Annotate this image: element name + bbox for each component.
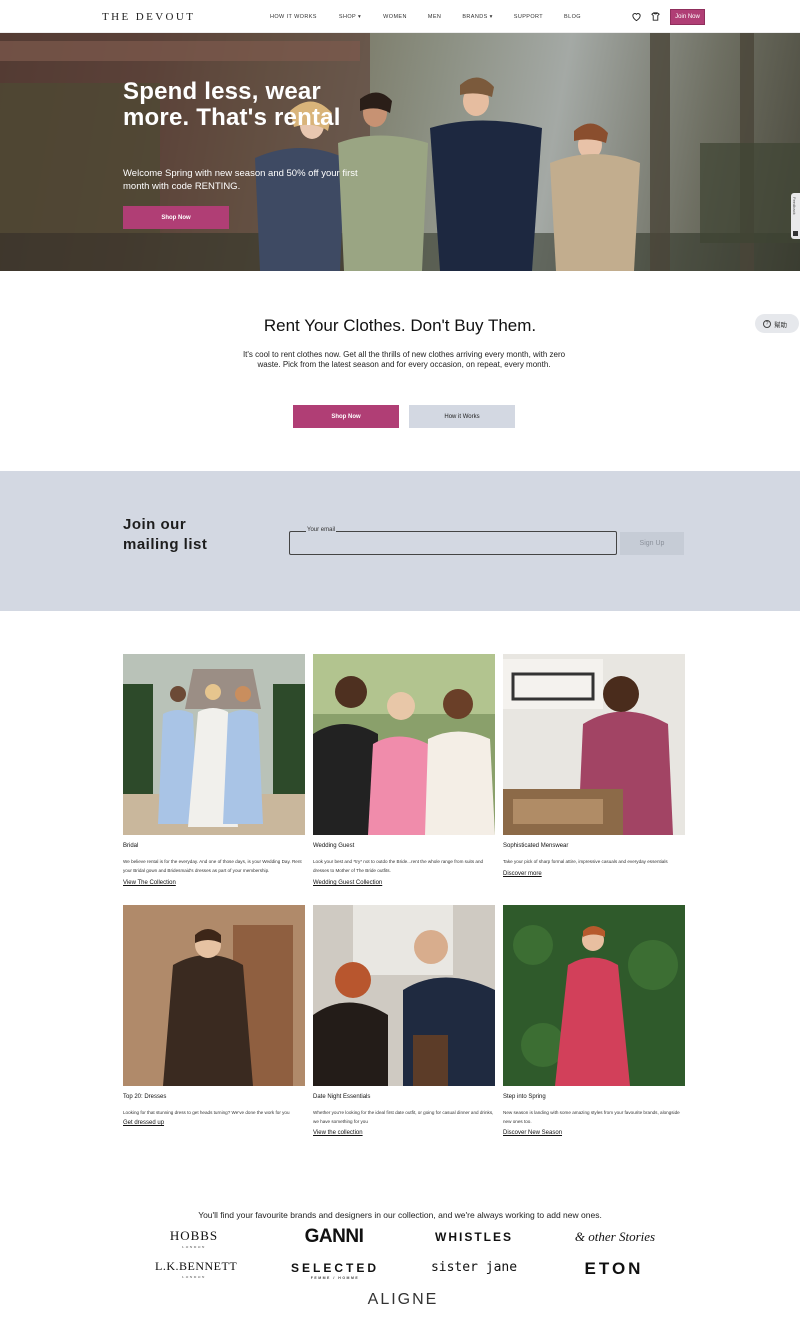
feedback-tab[interactable]: Feedback [791,193,800,239]
help-button[interactable]: ? 幫助 [755,314,799,333]
feedback-icon [793,231,798,236]
mailing-list-section: Join our mailing list Your email Sign Up [0,471,800,611]
nav-shop-label: SHOP [338,14,357,20]
collection-desc: We believe rental is for the everyday. A… [123,859,302,873]
brand-selected[interactable]: SELECTED FEMME / HOMME [290,1261,380,1280]
brand-lk-bennett[interactable]: L.K.BENNETT LONDON [155,1259,237,1279]
brand-hobbs-name: HOBBS [169,1228,219,1243]
brand-lk-bennett-sub: LONDON [182,1275,206,1279]
collection-desc: New season is landing with some amazing … [503,1110,680,1124]
brand-aligne[interactable]: ALIGNE [360,1291,446,1309]
collection-desc: Whether you're looking for the ideal fir… [313,1110,494,1124]
menswear-photo[interactable] [503,654,685,835]
collection-link[interactable]: Wedding Guest Collection [313,880,382,886]
chevron-down-icon: ▾ [358,14,362,20]
brand-lk-bennett-name: L.K.BENNETT [155,1259,238,1273]
nav-support[interactable]: SUPPORT [514,14,543,20]
collection-link[interactable]: View the collection [313,1130,363,1136]
brands-intro: You'll find your favourite brands and de… [198,1210,602,1220]
brand-hobbs[interactable]: HOBBS LONDON [164,1228,224,1249]
how-it-works-button[interactable]: How it Works [409,405,515,428]
collection-title: Step into Spring [503,1094,546,1100]
hero-shop-now-button[interactable]: Shop Now [123,206,229,229]
email-input[interactable] [298,538,598,550]
chevron-down-icon: ▾ [489,14,493,20]
bridal-photo[interactable] [123,654,305,835]
nav-how-it-works[interactable]: HOW IT WORKS [270,14,317,20]
collection-link[interactable]: Discover New Season [503,1130,562,1136]
rent-section-title: Rent Your Clothes. Don't Buy Them. [263,316,537,335]
brand-eton[interactable]: ETON [578,1259,650,1279]
top-nav: THE DEVOUT HOW IT WORKS SHOP ▾ WOMEN MEN… [0,0,800,33]
collection-link[interactable]: Discover more [503,871,542,877]
collection-link[interactable]: View The Collection [123,880,176,886]
collection-title: Wedding Guest [313,843,355,849]
wedding-guest-photo[interactable] [313,654,495,835]
hero-image [0,33,800,271]
collection-desc: Take your pick of sharp formal attire, i… [503,859,668,864]
collection-title: Top 20: Dresses [123,1094,167,1100]
feedback-label: Feedback [792,197,797,215]
mailing-title: Join our mailing list [123,516,208,553]
nav-icons [631,11,661,22]
help-question-icon: ? [763,319,771,328]
sign-up-button[interactable]: Sign Up [620,532,684,555]
hero-banner: Spend less, wear more. That's rental Wel… [0,33,800,271]
dresses-photo[interactable] [123,905,305,1086]
email-field[interactable] [289,531,617,555]
brand-whistles[interactable]: WHISTLES [428,1230,520,1244]
email-field-label: Your email [306,527,337,533]
collection-title: Sophisticated Menswear [503,843,569,849]
brand-hobbs-sub: LONDON [182,1245,206,1249]
brand-sister-jane[interactable]: sister jane [430,1260,518,1275]
brand-ganni[interactable]: GANNI [299,1226,369,1248]
spring-photo[interactable] [503,905,685,1086]
hero-subtitle: Welcome Spring with new season and 50% o… [123,168,358,192]
collection-title: Date Night Essentials [313,1094,371,1100]
nav-women[interactable]: WOMEN [383,14,407,20]
join-now-button[interactable]: Join Now [670,9,705,25]
date-night-photo[interactable] [313,905,495,1086]
collection-link[interactable]: Get dressed up [123,1120,164,1126]
collection-desc: Looking for that stunning dress to get h… [123,1110,290,1115]
help-label: 幫助 [774,321,787,329]
brand-selected-name: SELECTED [290,1261,379,1275]
nav-links: HOW IT WORKS SHOP ▾ WOMEN MEN BRANDS ▾ S… [270,14,581,20]
nav-shop[interactable]: SHOP ▾ [339,14,361,20]
brand-selected-sub: FEMME / HOMME [310,1276,360,1280]
site-logo[interactable]: THE DEVOUT [102,11,195,23]
wardrobe-icon[interactable] [650,11,661,22]
shop-now-button[interactable]: Shop Now [293,405,399,428]
nav-men[interactable]: MEN [428,14,441,20]
nav-brands[interactable]: BRANDS ▾ [462,14,492,20]
hero-title: Spend less, wear more. That's rental [123,78,341,131]
collection-title: Bridal [123,843,139,849]
nav-blog[interactable]: BLOG [564,14,581,20]
collection-desc: Look your best and *try* not to outdo th… [313,859,484,873]
rent-section-body: It's cool to rent clothes now. Get all t… [242,350,566,369]
heart-icon[interactable] [631,11,642,22]
brand-other-stories[interactable]: & other Stories [568,1229,662,1245]
nav-brands-label: BRANDS [462,14,488,20]
